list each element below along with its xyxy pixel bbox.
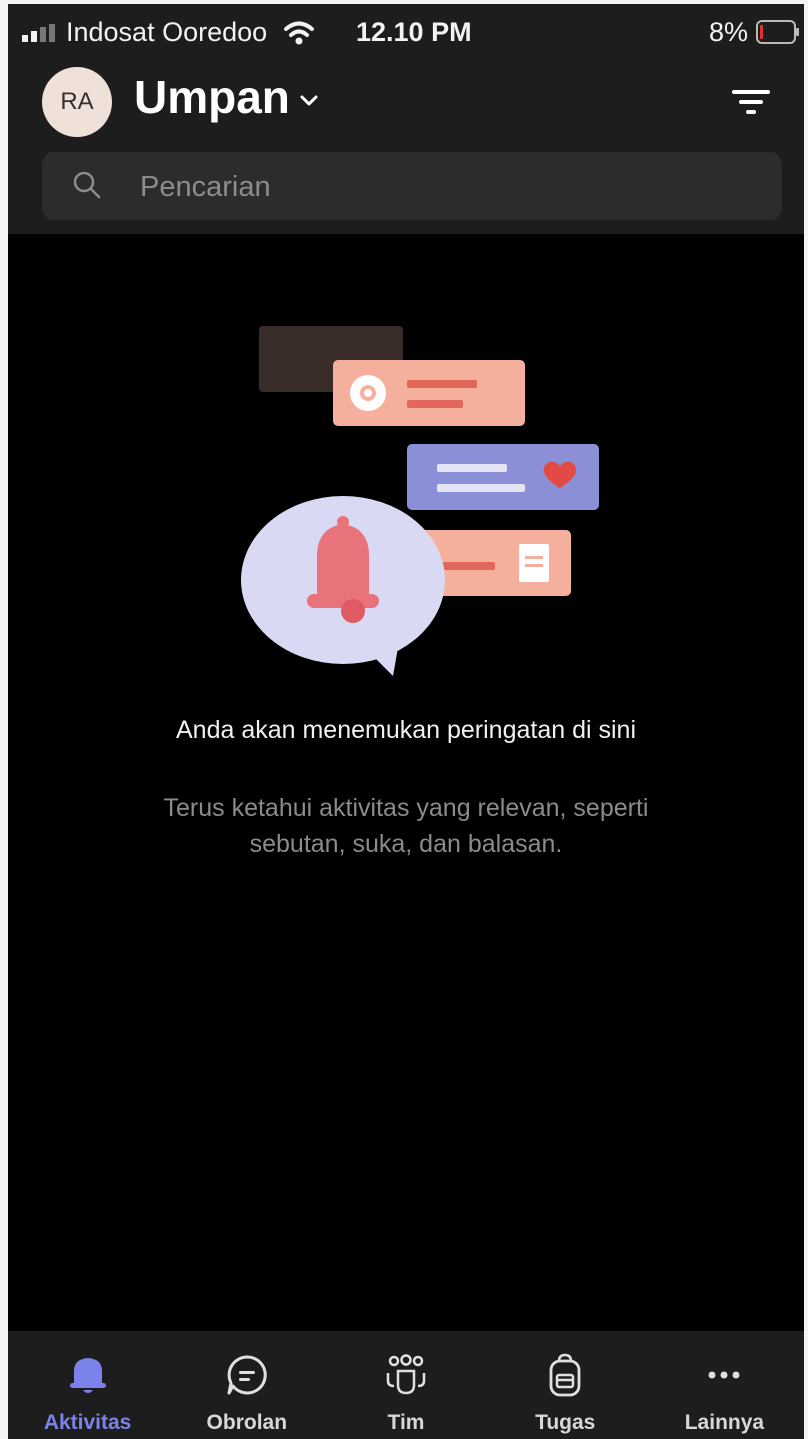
tab-lainnya[interactable]: Lainnya bbox=[645, 1331, 804, 1439]
signal-icon bbox=[22, 24, 55, 42]
search-input[interactable] bbox=[138, 162, 762, 212]
status-bar: Indosat Ooredoo 12.10 PM 8% bbox=[8, 4, 804, 60]
wifi-icon bbox=[284, 21, 314, 45]
notification-illustration bbox=[241, 326, 599, 676]
tab-label: Tugas bbox=[535, 1411, 596, 1434]
tab-label: Aktivitas bbox=[43, 1411, 132, 1434]
bell-icon bbox=[69, 1358, 106, 1393]
tab-label: Lainnya bbox=[684, 1411, 765, 1434]
backpack-icon bbox=[549, 1353, 581, 1397]
tab-tim[interactable]: Tim bbox=[326, 1331, 485, 1439]
battery-percentage: 8% bbox=[709, 17, 749, 47]
carrier-name: Indosat Ooredoo bbox=[66, 17, 268, 47]
page-title: Umpan bbox=[134, 71, 290, 123]
chat-icon bbox=[227, 1355, 267, 1395]
tab-obrolan[interactable]: Obrolan bbox=[167, 1331, 326, 1439]
search-bar[interactable] bbox=[42, 152, 782, 220]
battery-icon bbox=[756, 20, 799, 44]
filter-icon[interactable] bbox=[728, 82, 774, 122]
status-time: 12.10 PM bbox=[356, 17, 472, 47]
tab-label: Tim bbox=[387, 1411, 425, 1434]
tab-aktivitas[interactable]: Aktivitas bbox=[8, 1331, 167, 1439]
chevron-down-icon bbox=[300, 95, 318, 106]
teams-icon bbox=[386, 1354, 426, 1395]
search-icon bbox=[73, 171, 101, 199]
empty-state-title: Anda akan menemukan peringatan di sini bbox=[175, 716, 637, 744]
top-bar: Indosat Ooredoo 12.10 PM 8% RA Umpan bbox=[8, 4, 804, 234]
screen: Indosat Ooredoo 12.10 PM 8% RA Umpan Pen… bbox=[8, 4, 804, 1439]
tab-tugas[interactable]: Tugas bbox=[486, 1331, 645, 1439]
avatar[interactable]: RA bbox=[42, 67, 112, 137]
feed-selector[interactable]: Umpan bbox=[134, 70, 318, 124]
tab-label: Obrolan bbox=[206, 1411, 288, 1434]
more-icon bbox=[708, 1371, 740, 1379]
bottom-tab-bar: Aktivitas Obrolan Tim Tugas Lainnya bbox=[8, 1331, 804, 1439]
empty-state-subtitle: Terus ketahui aktivitas yang relevan, se… bbox=[163, 794, 649, 858]
